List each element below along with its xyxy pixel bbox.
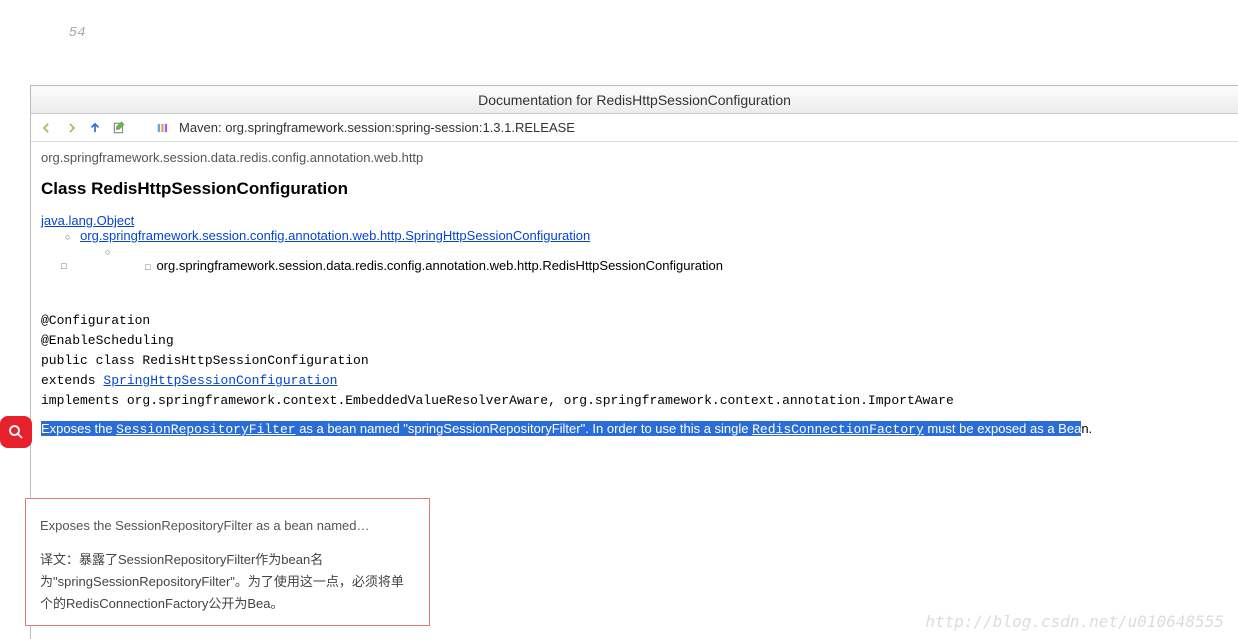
type-hierarchy-root-link[interactable]: java.lang.Object [41, 213, 134, 228]
annotation: @Configuration [41, 311, 1228, 331]
translation-body: 译文：暴露了SessionRepositoryFilter作为bean名为"sp… [40, 549, 415, 615]
library-icon [155, 120, 171, 136]
documentation-toolbar: Maven: org.springframework.session:sprin… [31, 114, 1238, 142]
translation-original: Exposes the SessionRepositoryFilter as a… [40, 515, 415, 537]
search-badge[interactable] [0, 416, 32, 448]
watermark: http://blog.csdn.net/u010648555 [925, 612, 1224, 631]
package-name: org.springframework.session.data.redis.c… [41, 150, 1228, 165]
class-description: Exposes the SessionRepositoryFilter as a… [41, 421, 1228, 437]
implements-line: implements org.springframework.context.E… [41, 391, 1228, 411]
translation-label: 译文： [40, 552, 79, 567]
forward-icon[interactable] [63, 120, 79, 136]
line-number: 54 [34, 22, 94, 44]
extends-keyword: extends [41, 373, 103, 388]
link-session-repository-filter[interactable]: SessionRepositoryFilter [116, 422, 295, 437]
link-redis-connection-factory[interactable]: RedisConnectionFactory [752, 422, 924, 437]
documentation-content: org.springframework.session.data.redis.c… [31, 142, 1238, 445]
translation-text: 暴露了SessionRepositoryFilter作为bean名为"sprin… [40, 552, 404, 611]
translation-popup: Exposes the SessionRepositoryFilter as a… [25, 498, 430, 626]
edit-source-icon[interactable] [111, 120, 127, 136]
type-hierarchy-leaf: org.springframework.session.data.redis.c… [156, 258, 723, 273]
superclass-link[interactable]: SpringHttpSessionConfiguration [103, 373, 337, 388]
back-icon[interactable] [39, 120, 55, 136]
class-declaration: @Configuration @EnableScheduling public … [41, 311, 1228, 411]
type-hierarchy-link[interactable]: org.springframework.session.config.annot… [80, 228, 590, 243]
documentation-titlebar: Documentation for RedisHttpSessionConfig… [31, 86, 1238, 114]
up-arrow-icon[interactable] [87, 120, 103, 136]
source-library-label: Maven: org.springframework.session:sprin… [179, 120, 575, 135]
class-title: Class RedisHttpSessionConfiguration [41, 179, 1228, 199]
annotation: @EnableScheduling [41, 331, 1228, 351]
class-signature: public class RedisHttpSessionConfigurati… [41, 351, 1228, 371]
